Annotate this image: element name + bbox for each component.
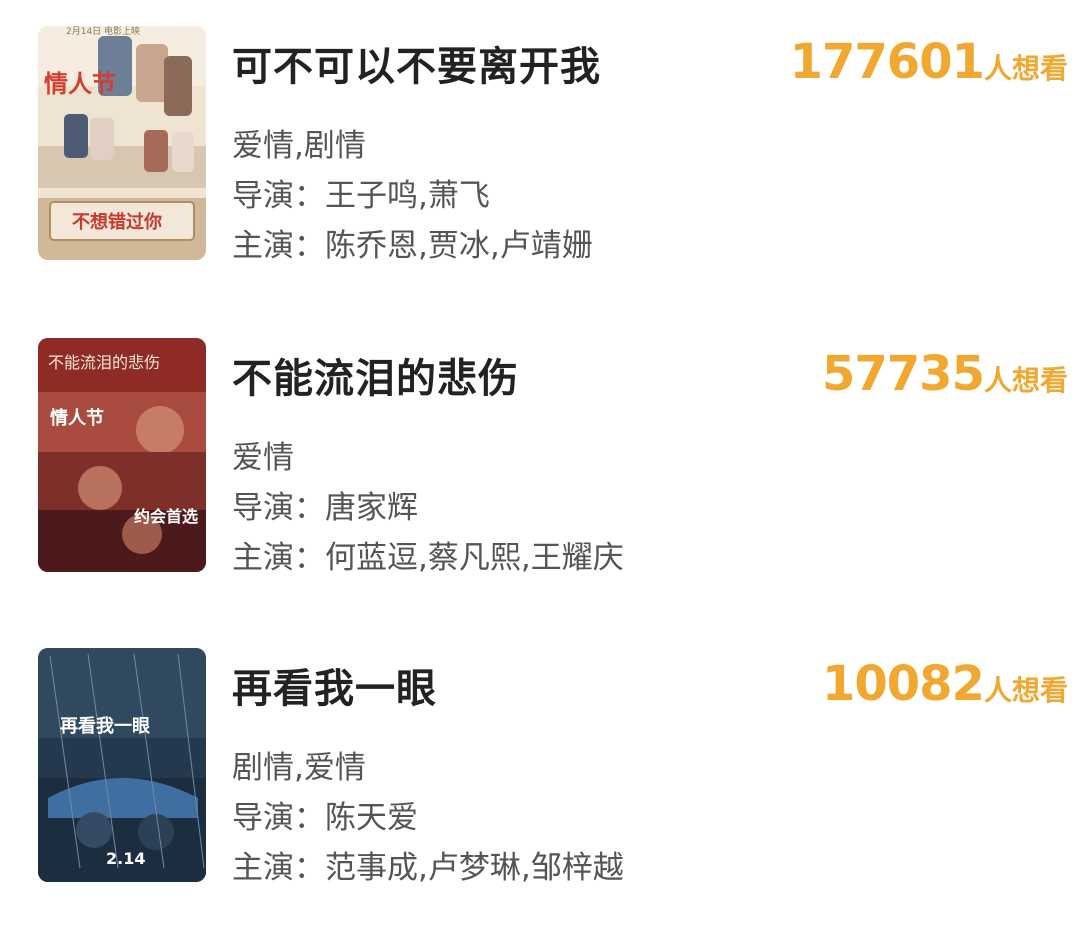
movie-title[interactable]: 再看我一眼 xyxy=(232,656,437,714)
movie-item[interactable]: 不能流泪的悲伤 情人节 约会首选 不能流泪的悲伤 爱情 导演：唐家辉 主演：何蓝… xyxy=(0,338,1080,578)
poster-text-b: 2.14 xyxy=(106,849,145,868)
want-to-watch: 57735人想看 xyxy=(822,346,1068,402)
director-label: 导演： xyxy=(232,178,325,214)
cast-names: 何蓝逗,蔡凡熙,王耀庆 xyxy=(325,540,624,576)
movie-poster[interactable]: 再看我一眼 2.14 xyxy=(38,648,206,882)
poster-image: 再看我一眼 2.14 xyxy=(38,648,206,882)
movie-poster[interactable]: 2月14日 电影上映 情人节 不想错过你 xyxy=(38,26,206,260)
want-count: 10082 xyxy=(821,656,985,712)
movie-cast: 主演：何蓝逗,蔡凡熙,王耀庆 xyxy=(232,532,624,577)
director-label: 导演： xyxy=(232,800,325,836)
poster-text-b: 不想错过你 xyxy=(72,211,162,233)
want-count: 177601 xyxy=(789,34,985,90)
movie-title[interactable]: 不能流泪的悲伤 xyxy=(232,346,519,404)
movie-poster[interactable]: 不能流泪的悲伤 情人节 约会首选 xyxy=(38,338,206,572)
poster-text-a: 情人节 xyxy=(50,408,104,429)
movie-director: 导演：唐家辉 xyxy=(232,482,418,527)
movie-item[interactable]: 再看我一眼 2.14 再看我一眼 剧情,爱情 导演：陈天爱 主演：范事成,卢梦琳… xyxy=(0,648,1080,888)
poster-top-label: 不能流泪的悲伤 xyxy=(48,353,160,372)
cast-label: 主演： xyxy=(232,228,325,264)
poster-text-a: 再看我一眼 xyxy=(60,715,150,737)
movie-cast: 主演：范事成,卢梦琳,邹梓越 xyxy=(232,842,624,887)
movie-genre: 爱情,剧情 xyxy=(232,128,366,164)
want-to-watch: 177601人想看 xyxy=(790,34,1068,90)
director-names: 陈天爱 xyxy=(325,800,418,836)
director-names: 唐家辉 xyxy=(325,490,418,526)
poster-top-label: 2月14日 电影上映 xyxy=(66,26,140,37)
want-suffix: 人想看 xyxy=(983,364,1068,397)
director-names: 王子鸣,萧飞 xyxy=(325,178,490,214)
want-to-watch: 10082人想看 xyxy=(822,656,1068,712)
movie-genre: 爱情 xyxy=(232,440,294,476)
cast-names: 范事成,卢梦琳,邹梓越 xyxy=(325,850,624,886)
movie-director: 导演：王子鸣,萧飞 xyxy=(232,170,490,215)
cast-label: 主演： xyxy=(232,540,325,576)
want-count: 57735 xyxy=(821,346,985,402)
poster-text-a: 情人节 xyxy=(44,69,116,98)
want-suffix: 人想看 xyxy=(983,52,1068,85)
poster-image: 2月14日 电影上映 情人节 不想错过你 xyxy=(38,26,206,260)
poster-image: 不能流泪的悲伤 情人节 约会首选 xyxy=(38,338,206,572)
movie-cast: 主演：陈乔恩,贾冰,卢靖姗 xyxy=(232,220,593,265)
movie-director: 导演：陈天爱 xyxy=(232,792,418,837)
movie-genre: 剧情,爱情 xyxy=(232,750,366,786)
movie-title[interactable]: 可不可以不要离开我 xyxy=(232,34,601,92)
cast-label: 主演： xyxy=(232,850,325,886)
director-label: 导演： xyxy=(232,490,325,526)
cast-names: 陈乔恩,贾冰,卢靖姗 xyxy=(325,228,593,264)
poster-text-b: 约会首选 xyxy=(134,507,198,526)
movie-item[interactable]: 2月14日 电影上映 情人节 不想错过你 可不可以不要离开我 爱情,剧情 导演：… xyxy=(0,26,1080,266)
want-suffix: 人想看 xyxy=(983,674,1068,707)
